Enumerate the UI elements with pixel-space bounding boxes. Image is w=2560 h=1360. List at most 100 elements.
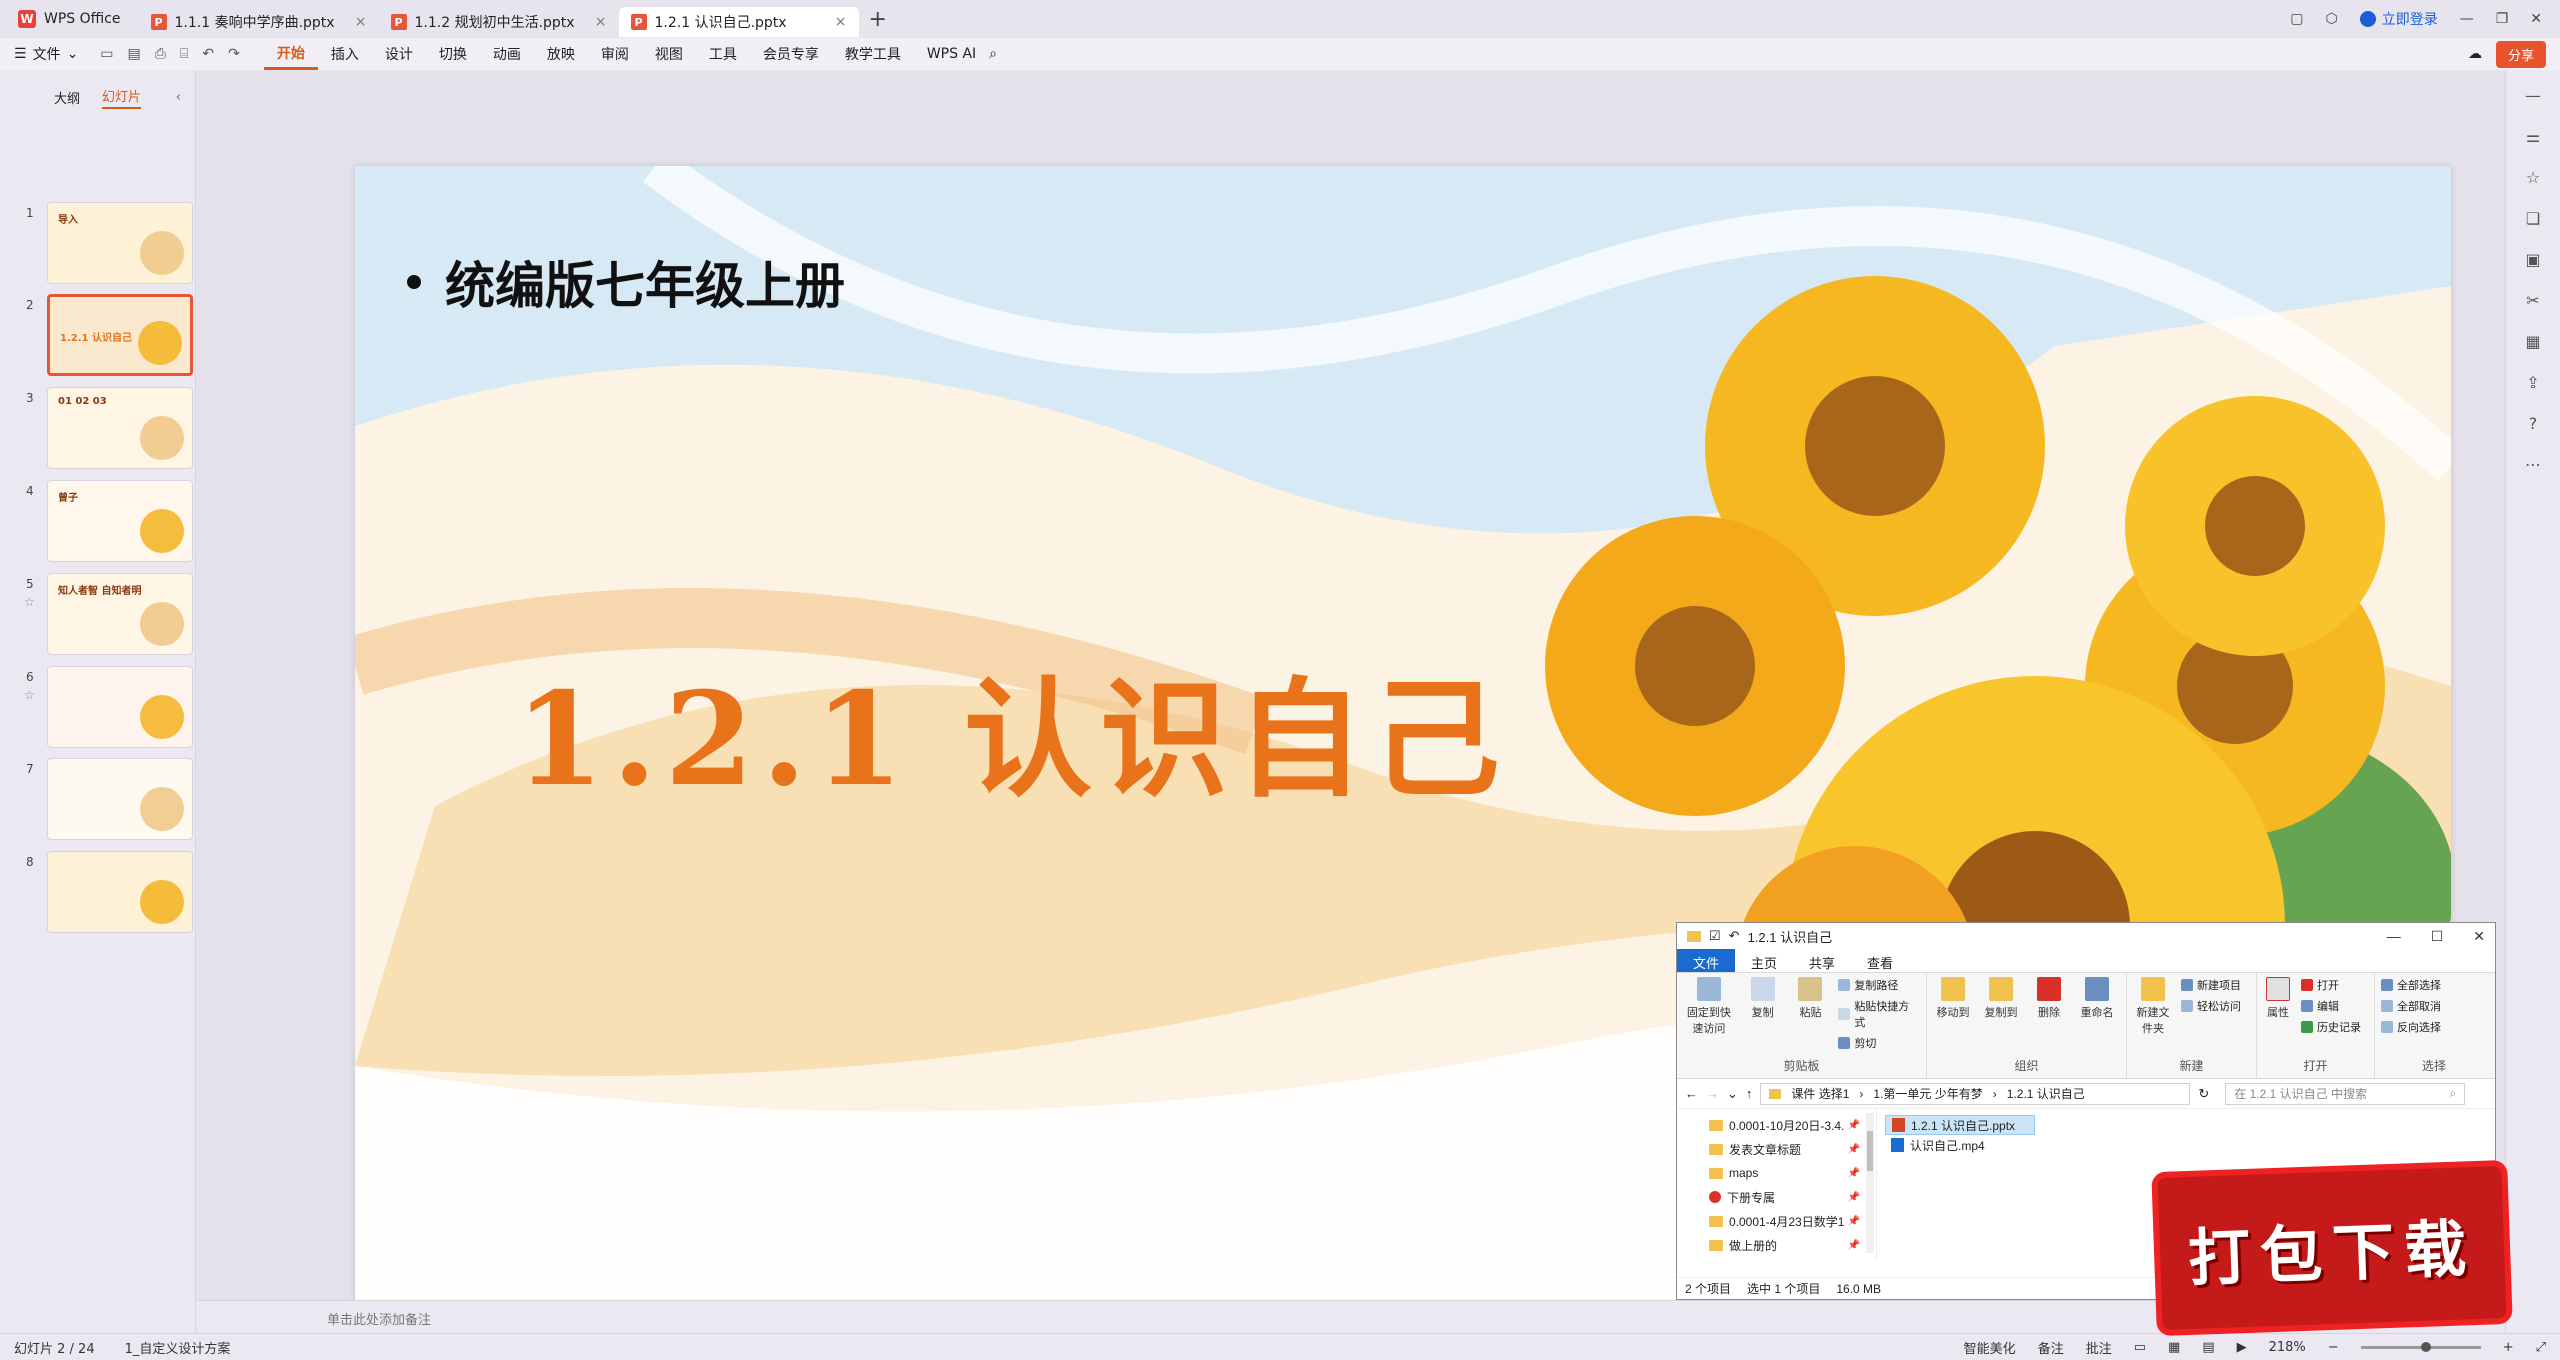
normal-view-icon[interactable]: ▭ [2134,1340,2146,1355]
search-icon[interactable]: ⌕ [989,46,997,62]
redo-icon[interactable]: ↷ [228,46,240,62]
edit-button[interactable]: 编辑 [2301,998,2361,1014]
login-button[interactable]: 立即登录 [2359,9,2438,29]
thumbnail-image[interactable]: 导入 [47,202,193,284]
tab-file[interactable]: 文件 [1677,949,1736,972]
slide-title[interactable]: 1.2.1 认识自己 [515,636,1508,821]
zoom-in-icon[interactable]: + [2503,1340,2514,1355]
nav-folder[interactable]: 下册专属 📌 [1683,1185,1870,1209]
invert-selection-button[interactable]: 反向选择 [2381,1019,2441,1035]
nav-folder[interactable]: 0.0001-10月20日-3.4. 📌 [1683,1113,1870,1137]
chevron-down-icon[interactable]: ⌄ [1727,1086,1738,1102]
cloud-icon[interactable]: ☁ [2468,46,2482,62]
thumbnail-image[interactable] [47,666,193,748]
tab-home[interactable]: 开始 [263,38,318,70]
zoom-level[interactable]: 218% [2269,1340,2306,1355]
tab-view[interactable]: 视图 [642,38,696,70]
open-button[interactable]: 打开 [2301,977,2361,993]
print-icon[interactable]: ⎙ [155,46,166,62]
download-banner[interactable]: 打包下载 [2157,1166,2507,1330]
more-icon[interactable]: ⋯ [2525,455,2541,474]
collapse-panel-icon[interactable]: ‹ [176,90,181,105]
refresh-icon[interactable]: ↻ [2198,1086,2209,1102]
history-button[interactable]: 历史记录 [2301,1019,2361,1035]
star-icon[interactable]: ☆ [2526,168,2540,187]
reading-view-icon[interactable]: ▤ [2202,1340,2214,1355]
copy-icon[interactable]: ❏ [2526,209,2540,228]
minimize-icon[interactable]: — [2387,928,2401,945]
file-item-mp4[interactable]: 认识自己.mp4 [1885,1135,2035,1155]
close-icon[interactable]: × [595,14,607,30]
slide-thumbnail[interactable]: 1 导入 [0,202,196,286]
file-item-pptx[interactable]: 1.2.1 认识自己.pptx [1885,1115,2035,1135]
comments-button[interactable]: 批注 [2086,1338,2112,1357]
zoom-slider[interactable] [2360,1341,2481,1352]
tab-slides[interactable]: 幻灯片 [102,86,142,109]
cut-button[interactable]: 剪切 [1838,1035,1920,1051]
open-icon[interactable]: ▤ [128,46,141,62]
grid-view-icon[interactable]: ▦ [2168,1340,2180,1355]
forward-icon[interactable]: → [1706,1086,1719,1101]
pin-quick-access-button[interactable]: 固定到快速访问 [1683,977,1735,1051]
thumbnail-image[interactable] [47,851,193,933]
zoom-out-icon[interactable]: − [2328,1340,2339,1355]
paste-shortcut-button[interactable]: 粘贴快捷方式 [1838,998,1920,1030]
zoom-knob[interactable] [2420,1341,2431,1352]
select-none-button[interactable]: 全部取消 [2381,998,2441,1014]
move-to-button[interactable]: 移动到 [1933,977,1973,1020]
slide-thumbnail[interactable]: 7 [0,758,196,842]
settings-sliders-icon[interactable]: ⚌ [2526,127,2540,146]
breadcrumb-item[interactable]: 课件 选择1 [1791,1085,1849,1102]
up-icon[interactable]: ↑ [1746,1086,1753,1101]
thumbnail-image[interactable] [47,758,193,840]
theme-name[interactable]: 1_自定义设计方案 [125,1338,231,1357]
rename-button[interactable]: 重命名 [2077,977,2117,1020]
tab-transitions[interactable]: 切换 [426,38,480,70]
close-window-icon[interactable]: ✕ [2530,11,2542,27]
slide-thumbnail[interactable]: 4 曾子 [0,480,196,564]
copy-button[interactable]: 复制 [1743,977,1783,1051]
share-icon[interactable]: ⇪ [2526,373,2539,392]
minimize-panel-icon[interactable]: — [2525,86,2541,105]
doc-tab-1[interactable]: P 1.1.1 奏响中学序曲.pptx × [139,7,379,37]
maximize-icon[interactable]: ☐ [2431,928,2444,945]
quick-access-icon[interactable]: ☑ [1709,928,1721,944]
nav-scrollbar[interactable] [1866,1113,1874,1253]
undo-icon[interactable]: ↶ [1729,928,1740,944]
slide-thumbnail[interactable]: 6 ☆ [0,666,196,750]
search-input[interactable]: 在 1.2.1 认识自己 中搜索 ⌕ [2225,1082,2466,1105]
window-layout-icon[interactable]: ▢ [2290,11,2303,27]
delete-button[interactable]: 删除 [2029,977,2069,1020]
template-icon[interactable]: ▦ [2525,332,2540,351]
copy-to-button[interactable]: 复制到 [1981,977,2021,1020]
star-icon[interactable]: ☆ [24,688,35,702]
file-menu-button[interactable]: ☰ 文件 ⌄ [14,44,78,64]
share-button[interactable]: 分享 [2495,40,2546,68]
explorer-titlebar[interactable]: ☑ ↶ 1.2.1 认识自己 — ☐ ✕ [1677,923,2495,949]
fit-window-icon[interactable]: ⤢ [2536,1340,2546,1355]
beautify-button[interactable]: 智能美化 [1964,1338,2016,1357]
easy-access-button[interactable]: 轻松访问 [2181,998,2241,1014]
close-icon[interactable]: × [355,14,367,30]
nav-folder[interactable]: 发表文章标题 📌 [1683,1137,1870,1161]
print-preview-icon[interactable]: ⌸ [180,46,188,62]
slide-subtitle[interactable]: 统编版七年级上册 [407,246,845,318]
thumbnail-image[interactable]: 曾子 [47,480,193,562]
tab-insert[interactable]: 插入 [318,38,372,70]
address-bar[interactable]: 课件 选择1 › 1.第一单元 少年有梦 › 1.2.1 认识自己 [1760,1082,2191,1105]
tab-teaching-tools[interactable]: 教学工具 [832,38,914,70]
image-icon[interactable]: ▣ [2525,250,2540,269]
copy-path-button[interactable]: 复制路径 [1838,977,1920,993]
tab-view[interactable]: 查看 [1851,949,1909,972]
paste-button[interactable]: 粘贴 [1791,977,1831,1051]
undo-icon[interactable]: ↶ [202,46,214,62]
tab-slideshow[interactable]: 放映 [534,38,588,70]
tab-design[interactable]: 设计 [372,38,426,70]
thumbnail-image[interactable]: 1.2.1 认识自己 [47,294,193,376]
cube-icon[interactable]: ⬡ [2325,11,2337,27]
select-all-button[interactable]: 全部选择 [2381,977,2441,993]
maximize-icon[interactable]: ❐ [2496,11,2509,27]
slide-thumbnail[interactable]: 2 1.2.1 认识自己 [0,294,196,378]
play-icon[interactable]: ▶ [2237,1340,2247,1355]
minimize-icon[interactable]: — [2460,11,2474,27]
